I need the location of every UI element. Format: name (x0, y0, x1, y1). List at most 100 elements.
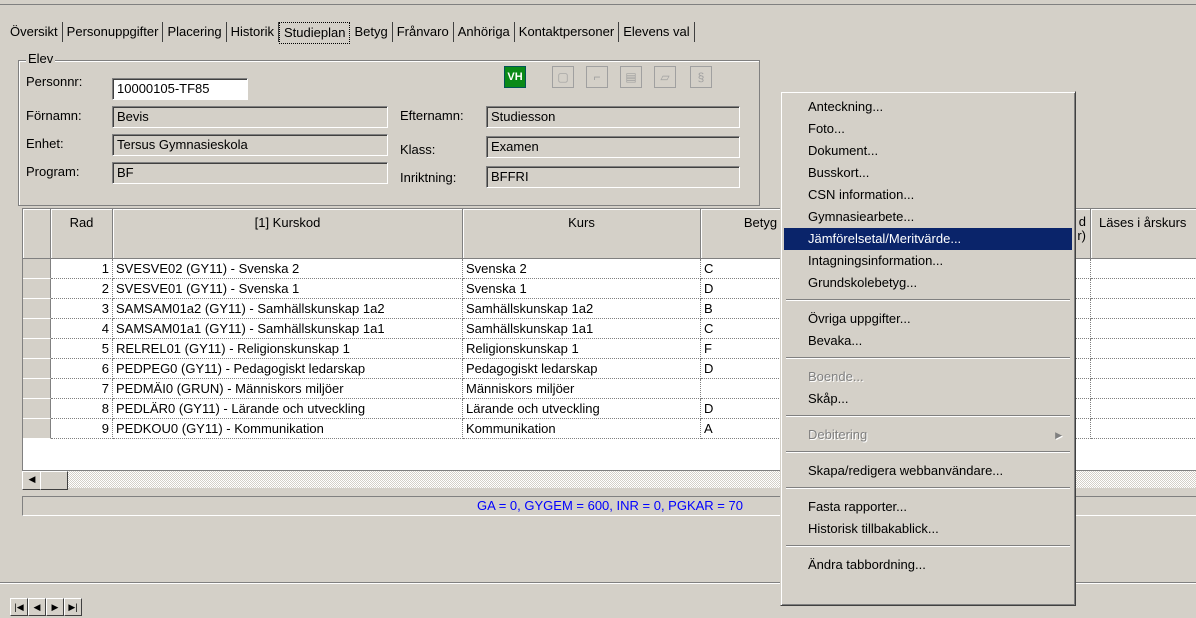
enhet-field: Tersus Gymnasieskola (112, 134, 388, 156)
cell-kurskod[interactable]: RELREL01 (GY11) - Religionskunskap 1 (113, 339, 463, 359)
menu-item-label: Historisk tillbakablick... (808, 521, 939, 536)
scroll-left-icon[interactable]: ◀ (22, 471, 42, 490)
tab-oversikt[interactable]: Översikt (6, 22, 63, 42)
menu-item-skap[interactable]: Skåp... (784, 388, 1072, 410)
column-header-lases-i-arskurs[interactable]: Läses i årskurs (1091, 209, 1196, 259)
cell-rad[interactable]: 5 (51, 339, 113, 359)
next-record-icon[interactable]: ▶ (46, 598, 64, 616)
edit-document-icon[interactable]: ▱ (654, 66, 676, 88)
row-selector (23, 419, 51, 439)
menu-item-dokument[interactable]: Dokument... (784, 140, 1072, 162)
menu-item-label: Gymnasiearbete... (808, 209, 915, 224)
menu-item-ovriga-uppgifter[interactable]: Övriga uppgifter... (784, 308, 1072, 330)
klass-field: Examen (486, 136, 740, 158)
copy-document-icon[interactable]: ▤ (620, 66, 642, 88)
tab-studieplan[interactable]: Studieplan (279, 22, 351, 44)
tab-placering[interactable]: Placering (163, 22, 227, 42)
menu-item-label: Intagningsinformation... (808, 253, 944, 268)
tab-elevens-val[interactable]: Elevens val (619, 22, 695, 42)
cell-rad[interactable]: 7 (51, 379, 113, 399)
cell-rad[interactable]: 3 (51, 299, 113, 319)
menu-item-label: Grundskolebetyg... (808, 275, 918, 290)
blank-page-icon[interactable]: ▢ (552, 66, 574, 88)
scroll-thumb[interactable] (40, 471, 68, 490)
cell-rad[interactable]: 2 (51, 279, 113, 299)
cell-rad[interactable]: 8 (51, 399, 113, 419)
menu-item-anteckning[interactable]: Anteckning... (784, 96, 1072, 118)
menu-item-bevaka[interactable]: Bevaka... (784, 330, 1072, 352)
tab-historik[interactable]: Historik (227, 22, 279, 42)
personnr-field[interactable]: 10000105-TF85 (112, 78, 248, 100)
cell-kurskod[interactable]: PEDKOU0 (GY11) - Kommunikation (113, 419, 463, 439)
menu-item-fasta-rapporter[interactable]: Fasta rapporter... (784, 496, 1072, 518)
cell-kurskod[interactable]: SVESVE02 (GY11) - Svenska 2 (113, 259, 463, 279)
menu-item-label: Dokument... (808, 143, 879, 158)
vh-badge-icon[interactable]: VH (504, 66, 526, 88)
row-selector (23, 259, 51, 279)
cell-kurs[interactable]: Lärande och utveckling (463, 399, 701, 419)
menu-separator (786, 299, 1070, 301)
previous-record-icon[interactable]: ◀ (28, 598, 46, 616)
cell-kurskod[interactable]: PEDLÄR0 (GY11) - Lärande och utveckling (113, 399, 463, 419)
save-document-icon[interactable]: § (690, 66, 712, 88)
cell-rad[interactable]: 1 (51, 259, 113, 279)
tab-betyg[interactable]: Betyg (350, 22, 393, 42)
tab-personuppgifter[interactable]: Personuppgifter (63, 22, 164, 42)
cell-lases-i-arskurs (1091, 359, 1196, 379)
cell-kurs[interactable]: Svenska 2 (463, 259, 701, 279)
menu-item-historisk-tillbakablick[interactable]: Historisk tillbakablick... (784, 518, 1072, 540)
cell-kurskod[interactable]: SVESVE01 (GY11) - Svenska 1 (113, 279, 463, 299)
cell-lases-i-arskurs (1091, 279, 1196, 299)
cell-rad[interactable]: 6 (51, 359, 113, 379)
column-header-rad[interactable]: Rad (51, 209, 113, 259)
menu-item-label: Jämförelsetal/Meritvärde... (808, 231, 962, 246)
cell-kurskod[interactable]: SAMSAM01a1 (GY11) - Samhällskunskap 1a1 (113, 319, 463, 339)
cell-kurs[interactable]: Religionskunskap 1 (463, 339, 701, 359)
row-selector (23, 299, 51, 319)
open-document-icon[interactable]: ⌐ (586, 66, 608, 88)
menu-item-label: Övriga uppgifter... (808, 311, 911, 326)
first-record-icon[interactable]: |◀ (10, 598, 28, 616)
menu-item-csn-information[interactable]: CSN information... (784, 184, 1072, 206)
menu-item-andra-tabbordning[interactable]: Ändra tabbordning... (784, 554, 1072, 576)
menu-item-intagningsinformation[interactable]: Intagningsinformation... (784, 250, 1072, 272)
column-header-kurskod[interactable]: [1] Kurskod (113, 209, 463, 259)
cell-kurskod[interactable]: PEDPEG0 (GY11) - Pedagogiskt ledarskap (113, 359, 463, 379)
menu-item-label: Bevaka... (808, 333, 863, 348)
menu-item-debitering: Debitering ▶ (784, 424, 1072, 446)
cell-kurskod[interactable]: PEDMÄI0 (GRUN) - Människors miljöer (113, 379, 463, 399)
cell-kurs[interactable]: Pedagogiskt ledarskap (463, 359, 701, 379)
menu-item-label: Foto... (808, 121, 845, 136)
last-record-icon[interactable]: ▶| (64, 598, 82, 616)
tab-anhoriga[interactable]: Anhöriga (454, 22, 515, 42)
menu-item-boende: Boende... (784, 366, 1072, 388)
cell-kurs[interactable]: Kommunikation (463, 419, 701, 439)
menu-separator (786, 545, 1070, 547)
row-selector (23, 399, 51, 419)
cell-kurs[interactable]: Människors miljöer (463, 379, 701, 399)
menu-item-foto[interactable]: Foto... (784, 118, 1072, 140)
menu-item-grundskolebetyg[interactable]: Grundskolebetyg... (784, 272, 1072, 294)
cell-kurs[interactable]: Samhällskunskap 1a1 (463, 319, 701, 339)
program-label: Program: (26, 164, 80, 179)
cell-kurs[interactable]: Svenska 1 (463, 279, 701, 299)
cell-rad[interactable]: 4 (51, 319, 113, 339)
column-header-kurs[interactable]: Kurs (463, 209, 701, 259)
fornamn-field: Bevis (112, 106, 388, 128)
menu-item-label: Fasta rapporter... (808, 499, 907, 514)
cell-rad[interactable]: 9 (51, 419, 113, 439)
menu-item-skapa-redigera-webbanvandare[interactable]: Skapa/redigera webbanvändare... (784, 460, 1072, 482)
menu-item-busskort[interactable]: Busskort... (784, 162, 1072, 184)
tab-franvaro[interactable]: Frånvaro (393, 22, 454, 42)
tab-kontaktpersoner[interactable]: Kontaktpersoner (515, 22, 620, 42)
cell-kurs[interactable]: Samhällskunskap 1a2 (463, 299, 701, 319)
efternamn-field: Studiesson (486, 106, 740, 128)
menu-item-jamforelsetal-meritvarde[interactable]: Jämförelsetal/Meritvärde... (784, 228, 1072, 250)
klass-label: Klass: (400, 142, 436, 157)
menu-separator (786, 451, 1070, 453)
menu-item-label: Debitering (808, 427, 868, 442)
menu-separator (786, 415, 1070, 417)
menu-item-gymnasiearbete[interactable]: Gymnasiearbete... (784, 206, 1072, 228)
cell-kurskod[interactable]: SAMSAM01a2 (GY11) - Samhällskunskap 1a2 (113, 299, 463, 319)
cell-lases-i-arskurs (1091, 259, 1196, 279)
